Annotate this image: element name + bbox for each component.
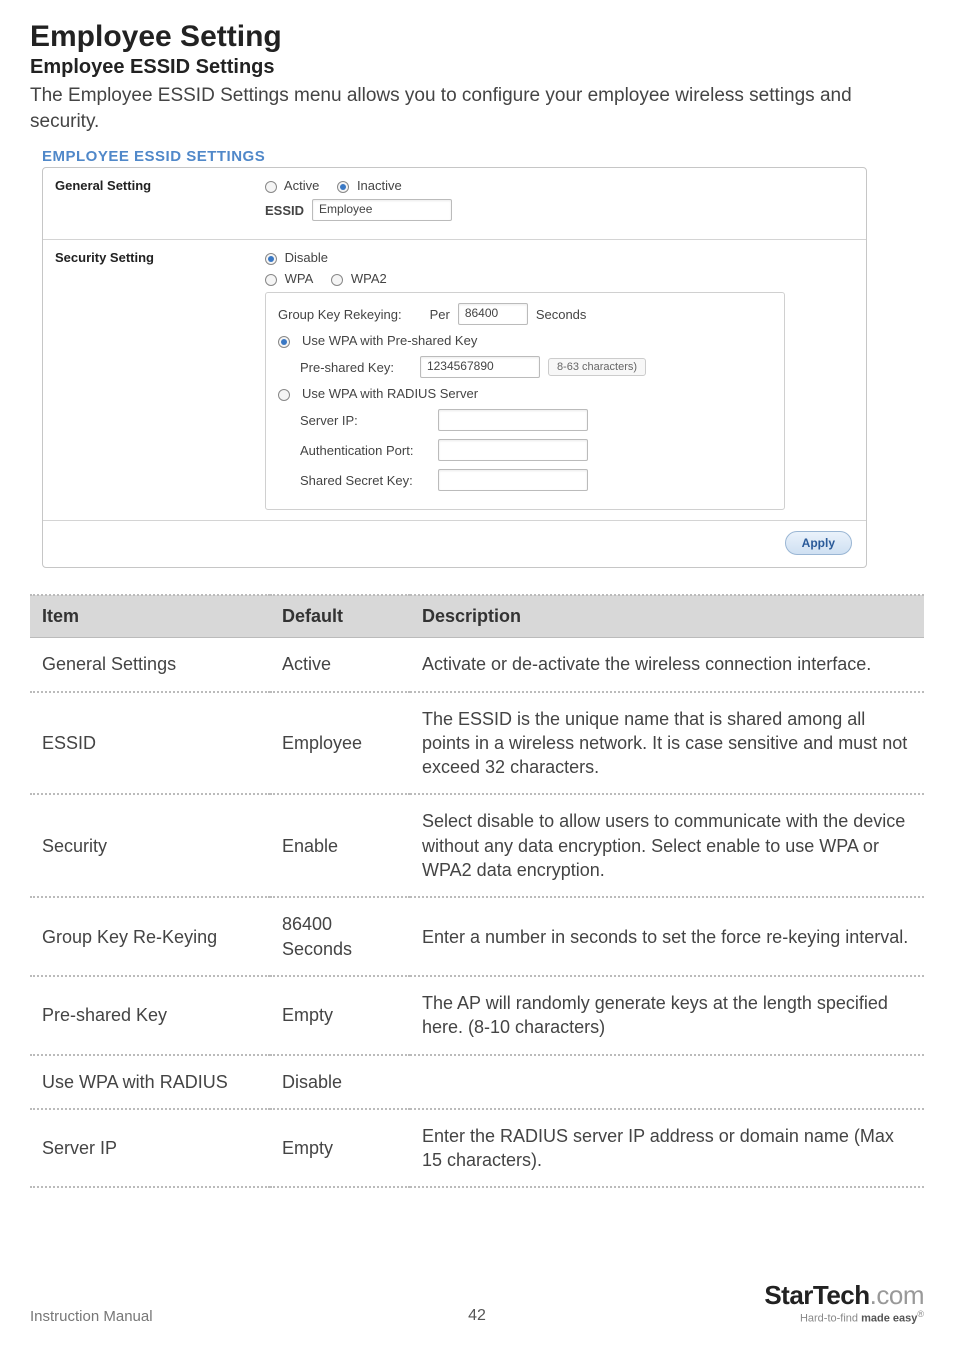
psk-input[interactable]: 1234567890 bbox=[420, 356, 540, 378]
cell-item: Pre-shared Key bbox=[30, 976, 270, 1055]
essid-label: ESSID bbox=[265, 203, 304, 218]
table-row: Group Key Re-Keying 86400 Seconds Enter … bbox=[30, 897, 924, 976]
active-label: Active bbox=[284, 178, 319, 193]
cell-item: Group Key Re-Keying bbox=[30, 897, 270, 976]
cell-default: Empty bbox=[270, 976, 410, 1055]
general-setting-label: General Setting bbox=[43, 168, 253, 239]
th-default: Default bbox=[270, 595, 410, 638]
cell-description bbox=[410, 1055, 924, 1109]
cell-default: Active bbox=[270, 638, 410, 692]
table-row: Server IP Empty Enter the RADIUS server … bbox=[30, 1109, 924, 1188]
general-setting-row: General Setting Active Inactive ESSID Em… bbox=[43, 168, 866, 240]
brand-tag-a: Hard-to-find bbox=[800, 1313, 861, 1325]
table-row: ESSID Employee The ESSID is the unique n… bbox=[30, 692, 924, 795]
cell-default: Disable bbox=[270, 1055, 410, 1109]
use-psk-radio[interactable] bbox=[278, 333, 294, 348]
table-row: Security Enable Select disable to allow … bbox=[30, 794, 924, 897]
group-key-rekeying-label: Group Key Rekeying: bbox=[278, 307, 402, 322]
auth-port-input[interactable] bbox=[438, 439, 588, 461]
page-subtitle: Employee ESSID Settings bbox=[30, 56, 924, 79]
cell-item: General Settings bbox=[30, 638, 270, 692]
cell-description: The AP will randomly generate keys at th… bbox=[410, 976, 924, 1055]
page-footer: Instruction Manual 42 StarTech.com Hard-… bbox=[30, 1280, 924, 1325]
cell-default: Employee bbox=[270, 692, 410, 795]
table-row: Use WPA with RADIUS Disable bbox=[30, 1055, 924, 1109]
shared-secret-input[interactable] bbox=[438, 469, 588, 491]
table-row: General Settings Active Activate or de-a… bbox=[30, 638, 924, 692]
panel-heading: EMPLOYEE ESSID SETTINGS bbox=[42, 148, 924, 165]
cell-item: Server IP bbox=[30, 1109, 270, 1188]
wpa2-radio[interactable]: WPA2 bbox=[331, 271, 387, 286]
use-radius-radio[interactable] bbox=[278, 386, 294, 401]
wpa-label: WPA bbox=[285, 271, 314, 286]
security-setting-label: Security Setting bbox=[43, 240, 253, 520]
cell-description: Select disable to allow users to communi… bbox=[410, 794, 924, 897]
settings-panel: General Setting Active Inactive ESSID Em… bbox=[42, 167, 867, 568]
cell-item: ESSID bbox=[30, 692, 270, 795]
footer-page-number: 42 bbox=[468, 1307, 486, 1325]
brand-name-b: .com bbox=[870, 1280, 924, 1310]
table-row: Pre-shared Key Empty The AP will randoml… bbox=[30, 976, 924, 1055]
security-details-box: Group Key Rekeying: Per 86400 Seconds Us… bbox=[265, 292, 785, 510]
page-title: Employee Setting bbox=[30, 20, 924, 54]
seconds-label: Seconds bbox=[536, 307, 587, 322]
auth-port-label: Authentication Port: bbox=[300, 443, 430, 458]
rekey-seconds-input[interactable]: 86400 bbox=[458, 303, 528, 325]
cell-default: Empty bbox=[270, 1109, 410, 1188]
footer-manual: Instruction Manual bbox=[30, 1308, 153, 1325]
psk-label: Pre-shared Key: bbox=[300, 360, 394, 375]
essid-input[interactable]: Employee bbox=[312, 199, 452, 221]
th-item: Item bbox=[30, 595, 270, 638]
cell-description: Activate or de-activate the wireless con… bbox=[410, 638, 924, 692]
page-intro: The Employee ESSID Settings menu allows … bbox=[30, 83, 924, 134]
active-radio[interactable]: Active bbox=[265, 178, 319, 193]
security-setting-row: Security Setting Disable WPA WPA2 Group … bbox=[43, 240, 866, 521]
inactive-radio[interactable]: Inactive bbox=[337, 178, 401, 193]
server-ip-input[interactable] bbox=[438, 409, 588, 431]
use-psk-label: Use WPA with Pre-shared Key bbox=[302, 333, 477, 348]
per-label: Per bbox=[430, 307, 450, 322]
brand-tag-reg: ® bbox=[917, 1309, 924, 1319]
description-table: Item Default Description General Setting… bbox=[30, 594, 924, 1188]
cell-description: Enter a number in seconds to set the for… bbox=[410, 897, 924, 976]
apply-button[interactable]: Apply bbox=[785, 531, 852, 555]
brand-tag-b: made easy bbox=[861, 1313, 917, 1325]
th-description: Description bbox=[410, 595, 924, 638]
cell-item: Security bbox=[30, 794, 270, 897]
footer-brand: StarTech.com Hard-to-find made easy® bbox=[764, 1280, 924, 1325]
use-radius-label: Use WPA with RADIUS Server bbox=[302, 386, 478, 401]
cell-description: Enter the RADIUS server IP address or do… bbox=[410, 1109, 924, 1188]
disable-label: Disable bbox=[285, 250, 328, 265]
server-ip-label: Server IP: bbox=[300, 413, 430, 428]
cell-item: Use WPA with RADIUS bbox=[30, 1055, 270, 1109]
shared-secret-label: Shared Secret Key: bbox=[300, 473, 430, 488]
cell-default: 86400 Seconds bbox=[270, 897, 410, 976]
inactive-label: Inactive bbox=[357, 178, 402, 193]
cell-default: Enable bbox=[270, 794, 410, 897]
wpa-radio[interactable]: WPA bbox=[265, 271, 313, 286]
psk-charnote: 8-63 characters) bbox=[548, 358, 646, 376]
cell-description: The ESSID is the unique name that is sha… bbox=[410, 692, 924, 795]
disable-radio[interactable]: Disable bbox=[265, 250, 328, 265]
brand-name-a: StarTech bbox=[764, 1280, 869, 1310]
wpa2-label: WPA2 bbox=[351, 271, 387, 286]
